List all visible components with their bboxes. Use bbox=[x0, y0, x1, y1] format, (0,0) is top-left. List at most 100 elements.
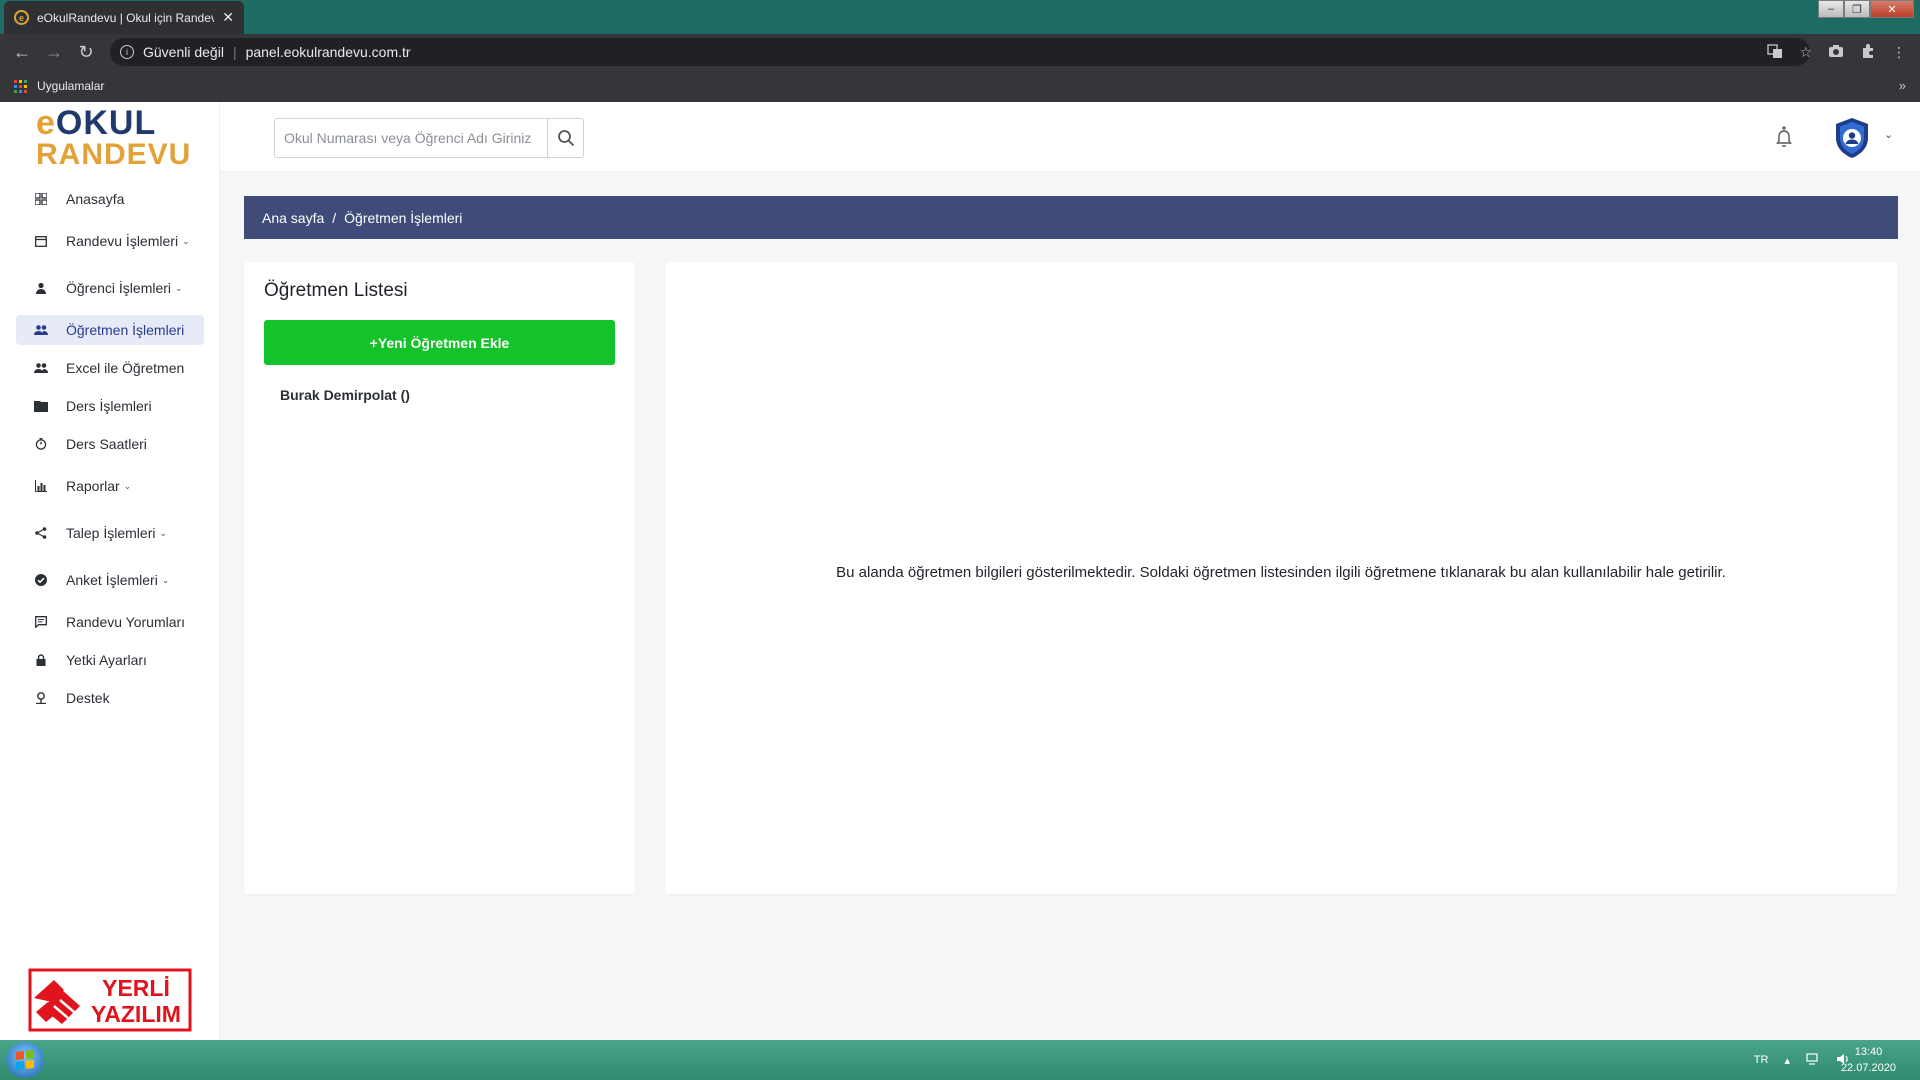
clock-time: 13:40 bbox=[1854, 1046, 1883, 1058]
extensions-icon[interactable] bbox=[1860, 43, 1876, 62]
teacher-list-item[interactable]: Burak Demirpolat () bbox=[280, 387, 410, 403]
minimize-button[interactable]: – bbox=[1818, 0, 1844, 18]
security-label: Güvenli değil bbox=[143, 44, 224, 60]
sidebar-item-label: Öğretmen İşlemleri bbox=[66, 322, 185, 338]
bar-chart-icon bbox=[34, 479, 48, 493]
info-icon[interactable]: i bbox=[120, 45, 134, 59]
search-input[interactable] bbox=[275, 119, 547, 157]
taskbar-clock[interactable]: 13:40 22.07.2020 bbox=[1841, 1044, 1896, 1076]
bookmark-apps-label[interactable]: Uygulamalar bbox=[37, 79, 104, 93]
browser-tab-bar: e eOkulRandevu | Okul için Randevu ✕ – ❐… bbox=[0, 0, 1920, 34]
tab-title: eOkulRandevu | Okul için Randevu bbox=[37, 10, 215, 25]
sidebar-item-label: Öğrenci İşlemleri bbox=[66, 280, 172, 296]
book-icon bbox=[34, 399, 48, 413]
comment-icon bbox=[34, 615, 48, 629]
os-taskbar: TR ▴ 13:40 22.07.2020 bbox=[0, 1040, 1920, 1080]
sidebar-item-label: Destek bbox=[66, 690, 110, 706]
lock-icon bbox=[34, 653, 48, 667]
notification-bell-icon[interactable] bbox=[1774, 124, 1794, 150]
browser-tab[interactable]: e eOkulRandevu | Okul için Randevu ✕ bbox=[4, 1, 244, 34]
camera-icon[interactable] bbox=[1828, 44, 1844, 61]
sidebar-item-label: Ders Saatleri bbox=[66, 436, 147, 452]
chevron-down-icon: ⌄ bbox=[161, 574, 170, 585]
chevron-down-icon: ⌄ bbox=[175, 282, 183, 293]
sidebar-item-label: Talep İşlemleri bbox=[66, 525, 156, 541]
calendar-icon bbox=[34, 234, 48, 248]
sidebar-item-randevu[interactable]: Randevu İşlemleri ⌄ bbox=[16, 226, 204, 256]
tray-expand-icon[interactable]: ▴ bbox=[1784, 1054, 1790, 1067]
browser-tools: ☆ ⋮ bbox=[1767, 34, 1906, 70]
sidebar-item-yorumlar[interactable]: Randevu Yorumları bbox=[16, 607, 204, 637]
sidebar-item-label: Randevu Yorumları bbox=[66, 614, 186, 630]
svg-text:YERLİ: YERLİ bbox=[102, 975, 170, 1001]
svg-text:YAZILIM: YAZILIM bbox=[91, 1001, 181, 1027]
language-indicator[interactable]: TR bbox=[1754, 1054, 1769, 1066]
sidebar-item-ogrenci[interactable]: Öğrenci İşlemleri ⌄ bbox=[16, 273, 204, 303]
back-icon[interactable]: ← bbox=[6, 36, 38, 68]
breadcrumb: Ana sayfa / Öğretmen İşlemleri bbox=[244, 196, 1898, 239]
user-avatar[interactable] bbox=[1832, 116, 1872, 160]
logo-bottom: RANDEVU bbox=[36, 138, 192, 171]
sidebar-nav: Anasayfa Randevu İşlemleri ⌄ Öğrenci İşl… bbox=[16, 184, 204, 713]
sidebar-item-ogretmen[interactable]: Öğretmen İşlemleri bbox=[16, 315, 204, 345]
share-icon bbox=[34, 526, 48, 540]
translate-icon[interactable] bbox=[1767, 43, 1783, 62]
sidebar-item-ders[interactable]: Ders İşlemleri bbox=[16, 391, 204, 421]
sidebar-item-yetki[interactable]: Yetki Ayarları bbox=[16, 645, 204, 675]
check-circle-icon bbox=[34, 573, 48, 587]
forward-icon[interactable]: → bbox=[38, 36, 70, 68]
teacher-detail-card: Bu alanda öğretmen bilgileri gösterilmek… bbox=[665, 262, 1897, 894]
system-tray: TR ▴ bbox=[1754, 1040, 1850, 1080]
omnibox-separator: | bbox=[232, 44, 237, 60]
dashboard-icon bbox=[34, 192, 48, 206]
sidebar-item-label: Yetki Ayarları bbox=[66, 652, 147, 668]
people-icon bbox=[34, 361, 48, 375]
add-teacher-button[interactable]: +Yeni Öğretmen Ekle bbox=[264, 320, 615, 365]
tab-close-icon[interactable]: ✕ bbox=[222, 9, 234, 26]
student-search bbox=[274, 118, 584, 158]
sidebar-item-destek[interactable]: Destek bbox=[16, 683, 204, 713]
logo[interactable]: eOKUL RANDEVU bbox=[36, 104, 192, 172]
window-controls: – ❐ ✕ bbox=[1818, 0, 1914, 18]
people-icon bbox=[34, 323, 48, 337]
network-icon[interactable] bbox=[1806, 1052, 1820, 1068]
sidebar-item-anket[interactable]: Anket İşlemleri ⌄ bbox=[16, 565, 204, 595]
topbar: ⌄ bbox=[220, 102, 1920, 172]
support-icon bbox=[34, 691, 48, 705]
start-button[interactable] bbox=[6, 1042, 44, 1078]
person-icon bbox=[34, 281, 48, 295]
sidebar-item-raporlar[interactable]: Raporlar ⌄ bbox=[16, 471, 204, 501]
bookmark-star-icon[interactable]: ☆ bbox=[1799, 44, 1812, 61]
logo-top: eOKUL bbox=[36, 104, 157, 142]
chevron-down-icon: ⌄ bbox=[182, 235, 190, 246]
maximize-button[interactable]: ❐ bbox=[1844, 0, 1870, 18]
breadcrumb-current: Öğretmen İşlemleri bbox=[344, 209, 463, 226]
user-menu-chevron-icon[interactable]: ⌄ bbox=[1884, 128, 1893, 141]
breadcrumb-home-link[interactable]: Ana sayfa bbox=[262, 210, 324, 226]
close-window-button[interactable]: ✕ bbox=[1870, 0, 1914, 18]
site-favicon-icon: e bbox=[14, 10, 29, 25]
sidebar-item-label: Ders İşlemleri bbox=[66, 398, 152, 414]
app-root: eOKUL RANDEVU Anasayfa Randevu İşlemleri… bbox=[0, 102, 1920, 1040]
sidebar-item-anasayfa[interactable]: Anasayfa bbox=[16, 184, 204, 214]
browser-menu-icon[interactable]: ⋮ bbox=[1892, 44, 1906, 61]
sidebar-item-excel-ogretmen[interactable]: Excel ile Öğretmen bbox=[16, 353, 204, 383]
address-bar[interactable]: i Güvenli değil | panel.eokulrandevu.com… bbox=[110, 38, 1810, 66]
sidebar-item-ders-saatleri[interactable]: Ders Saatleri bbox=[16, 429, 204, 459]
chevron-down-icon: ⌄ bbox=[123, 480, 132, 491]
bookmarks-bar: Uygulamalar » bbox=[0, 70, 1920, 102]
sidebar-item-label: Anasayfa bbox=[66, 191, 125, 207]
bookmarks-more-button[interactable]: » bbox=[1899, 78, 1906, 93]
search-icon bbox=[557, 130, 574, 147]
apps-grid-icon[interactable] bbox=[14, 79, 27, 93]
yerli-yazilim-badge: YERLİ YAZILIM bbox=[28, 968, 192, 1032]
search-button[interactable] bbox=[547, 119, 583, 157]
sidebar-item-label: Randevu İşlemleri bbox=[66, 233, 179, 249]
reload-icon[interactable]: ↻ bbox=[70, 36, 102, 68]
sidebar-item-talep[interactable]: Talep İşlemleri ⌄ bbox=[16, 518, 204, 548]
url-text: panel.eokulrandevu.com.tr bbox=[245, 44, 411, 60]
chevron-down-icon: ⌄ bbox=[159, 527, 168, 538]
clock-icon bbox=[34, 437, 48, 451]
sidebar-item-label: Anket İşlemleri bbox=[66, 572, 158, 588]
sidebar-item-label: Excel ile Öğretmen bbox=[66, 360, 185, 376]
